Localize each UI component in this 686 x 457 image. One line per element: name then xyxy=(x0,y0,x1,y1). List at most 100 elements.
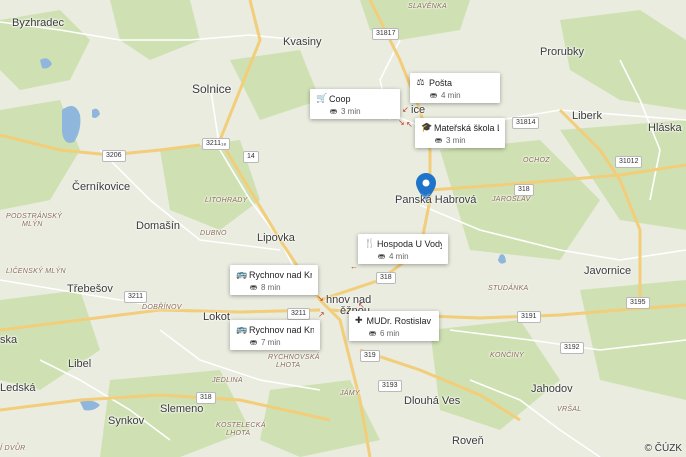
poi-card-bus-stop-1[interactable]: 🚌Rychnov nad Kně... ⛂8 min xyxy=(230,265,318,295)
poi-name: MUDr. Rostislav ... xyxy=(366,315,433,326)
area-label-kostelecka: KOSTELECKÁ xyxy=(216,422,266,429)
bus-icon: 🚌 xyxy=(236,324,248,334)
area-label-slavenka: SLAVĚNKA xyxy=(408,3,447,10)
area-label-lhota-2: LHOTA xyxy=(226,430,251,437)
place-label-roven: Roveň xyxy=(452,435,484,447)
poi-card-mudr[interactable]: ✚MUDr. Rostislav ... ⛂6 min xyxy=(349,311,439,341)
area-label-jaroslav: JAROSLAV xyxy=(492,196,531,203)
place-label-domasin: Domašín xyxy=(136,220,181,232)
road-shield-3195: 3195 xyxy=(626,297,650,309)
poi-pointer-icon: ↘ xyxy=(398,118,405,127)
poi-time: 7 min xyxy=(261,338,281,347)
place-label-trebesov: Třebešov xyxy=(67,283,113,295)
poi-time: 6 min xyxy=(380,329,400,338)
place-label-javornice: Javornice xyxy=(584,265,632,277)
poi-name: Hospoda U Vody xyxy=(377,238,442,249)
map-copyright: © ČÚZK xyxy=(644,443,682,454)
place-label-jahodov: Jahodov xyxy=(531,383,573,395)
place-label-hlaska: Hláska xyxy=(648,122,682,134)
place-label-kvasiny: Kvasiny xyxy=(283,36,322,48)
bus-icon: 🚌 xyxy=(236,269,248,279)
poi-name: Mateřská škola L... xyxy=(434,122,499,133)
poi-time: 4 min xyxy=(389,252,409,261)
place-label-byzhradec: Byzhradec xyxy=(12,17,64,29)
place-label-libel: Libel xyxy=(68,358,92,370)
place-label-ice: ice xyxy=(411,104,426,116)
road-shield-318-b: 318 xyxy=(376,272,396,284)
poi-pointer-icon: ↙ xyxy=(402,105,409,114)
poi-pointer-icon: ← xyxy=(350,262,358,271)
place-label-ska: ska xyxy=(0,334,18,346)
car-icon: ⛂ xyxy=(249,282,258,292)
car-icon: ⛂ xyxy=(368,328,377,338)
poi-time: 4 min xyxy=(441,91,461,100)
place-label-liberk: Liberk xyxy=(572,110,602,122)
road-shield-31817: 31817 xyxy=(372,28,400,40)
poi-card-bus-stop-2[interactable]: 🚌Rychnov nad Kně... ⛂7 min xyxy=(230,320,320,350)
area-label-koncinky: KONČINY xyxy=(490,352,524,359)
poi-name: Rychnov nad Kně... xyxy=(249,324,314,335)
area-label-dobrinov: DOBŘÍNOV xyxy=(142,304,182,311)
road-shield-3193: 3193 xyxy=(378,380,402,392)
poi-name: Coop xyxy=(329,93,351,104)
poi-time: 3 min xyxy=(446,136,466,145)
poi-pointer-icon: ↖ xyxy=(406,120,413,129)
poi-time: 3 min xyxy=(341,107,361,116)
road-shield-14: 14 xyxy=(243,151,259,163)
place-label-synkov: Synkov xyxy=(108,415,145,427)
poi-time: 8 min xyxy=(261,283,281,292)
place-label-lokot: Lokot xyxy=(203,311,230,323)
road-shield-31012: 31012 xyxy=(615,156,643,168)
poi-pointer-icon: ↗ xyxy=(318,310,325,319)
forest-areas xyxy=(0,0,686,457)
place-label-lipovka: Lipovka xyxy=(257,232,295,244)
post-icon: ⚖ xyxy=(416,77,425,87)
poi-pointer-icon: ↘ xyxy=(317,294,324,303)
place-label-cernikovice: Černíkovice xyxy=(72,181,131,193)
area-label-mlyn: MLÝN xyxy=(22,221,43,228)
place-label-prorubky: Prorubky xyxy=(540,46,585,58)
area-label-dvur: Í DVŮR xyxy=(0,445,26,452)
car-icon: ⛂ xyxy=(329,106,338,116)
poi-card-posta[interactable]: ⚖ Pošta ⛂ 4 min xyxy=(410,73,500,103)
road-shield-3211-18: 3211₁₈ xyxy=(202,138,231,150)
road-shield-3211-b: 3211 xyxy=(124,291,148,303)
road-shield-3191: 3191 xyxy=(517,311,541,323)
road-shield-319: 319 xyxy=(360,350,380,362)
place-label-dlouha-ves: Dlouhá Ves xyxy=(404,395,461,407)
poi-pointer-icon: ↖ xyxy=(358,301,365,310)
road-shield-318-a: 318 xyxy=(514,184,534,196)
road-shield-3192: 3192 xyxy=(560,342,584,354)
area-label-dubno: DUBNO xyxy=(200,230,227,237)
place-label-ledska: Ledská xyxy=(0,382,36,394)
car-icon: ⛂ xyxy=(429,90,438,100)
cart-icon: 🛒 xyxy=(316,93,328,103)
road-shield-3211-c: 3211 xyxy=(287,308,311,320)
poi-name: Pošta xyxy=(429,77,453,88)
restaurant-icon: 🍴 xyxy=(364,238,376,248)
area-label-jamy: JÁMY xyxy=(340,390,360,397)
road-shield-31814: 31814 xyxy=(512,117,540,129)
area-label-lhota: LHOTA xyxy=(276,362,301,369)
area-label-podstransky: PODSTRÁNSKÝ xyxy=(6,213,63,220)
place-label-slemeno: Slemeno xyxy=(160,403,204,415)
area-label-ochoz: OCHOZ xyxy=(523,157,550,164)
road-shield-318-c: 318 xyxy=(196,392,216,404)
poi-card-hospoda[interactable]: 🍴 Hospoda U Vody ⛂ 4 min xyxy=(358,234,448,264)
area-label-studanka: STUDÁNKA xyxy=(488,285,529,292)
medical-icon: ✚ xyxy=(355,315,363,325)
place-label-panska-habrova: Panská Habrová xyxy=(395,194,477,206)
poi-card-coop[interactable]: 🛒 Coop ⛂ 3 min xyxy=(310,89,400,119)
place-label-solnice: Solnice xyxy=(192,82,232,96)
area-label-jedlina: JEDLINA xyxy=(212,377,243,384)
car-icon: ⛂ xyxy=(377,251,386,261)
car-icon: ⛂ xyxy=(249,337,258,347)
map-canvas[interactable] xyxy=(0,0,686,457)
area-label-vrsal: VRŠAL xyxy=(557,406,582,413)
poi-name: Rychnov nad Kně... xyxy=(249,269,312,280)
road-shield-3206: 3206 xyxy=(102,150,126,162)
car-icon: ⛂ xyxy=(434,135,443,145)
poi-card-materska-skola[interactable]: 🎓Mateřská škola L... ⛂3 min xyxy=(415,118,505,148)
area-label-licensky: LIČENSKÝ MLÝN xyxy=(6,268,66,275)
area-label-litohrady: LITOHRADY xyxy=(205,197,248,204)
